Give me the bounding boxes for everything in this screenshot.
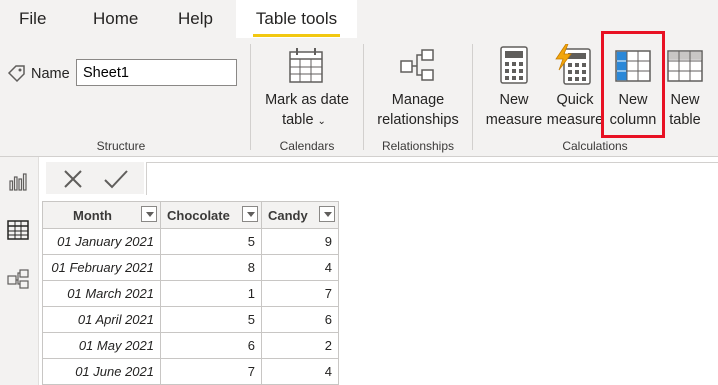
group-separator [472,44,473,150]
cell-chocolate[interactable]: 5 [160,228,262,255]
column-header-candy[interactable]: Candy [261,201,339,229]
column-header-label: Month [73,207,112,223]
cell-candy[interactable]: 6 [261,306,339,333]
cell-candy[interactable]: 2 [261,332,339,359]
group-separator [250,44,251,150]
cell-chocolate[interactable]: 1 [160,280,262,307]
structure-group-label: Structure [96,139,146,153]
column-header-month[interactable]: Month [42,201,161,229]
group-separator [363,44,364,150]
calendars-group-label: Calendars [279,139,335,153]
tab-home[interactable]: Home [93,0,138,38]
new-table-label-1: New [670,92,700,108]
cell-month[interactable]: 01 April 2021 [42,306,161,333]
calendar-icon [289,48,323,83]
new-column-highlight-box [601,31,665,138]
cell-candy[interactable]: 4 [261,358,339,385]
formula-input[interactable] [146,162,718,195]
column-header-label: Chocolate [167,207,230,223]
report-view-icon[interactable] [8,172,28,192]
table-row: 01 March 2021 1 7 [42,280,339,307]
new-measure-label-2: measure [485,112,543,128]
mark-as-date-table-label-1: Mark as date [265,92,349,108]
commit-icon[interactable] [103,168,129,190]
table-header-row: Month Chocolate Candy [42,201,339,229]
cell-month[interactable]: 01 January 2021 [42,228,161,255]
mark-as-date-table-label-2-text: table [282,112,314,128]
tab-file[interactable]: File [19,0,46,38]
data-view-icon[interactable] [7,220,29,240]
mark-as-date-table-button[interactable]: Mark as date table ⌄ [256,44,358,132]
cell-chocolate[interactable]: 6 [160,332,262,359]
mark-as-date-table-label-2: table ⌄ [256,110,352,132]
tag-icon [7,65,25,83]
new-measure-button[interactable]: New measure [483,44,545,132]
table-row: 01 June 2021 7 4 [42,358,339,385]
column-header-label: Candy [268,207,308,223]
table-name-input[interactable] [76,59,237,86]
cell-month[interactable]: 01 March 2021 [42,280,161,307]
table-row: 01 February 2021 8 4 [42,254,339,281]
quick-calculator-icon [555,44,591,85]
name-label: Name [31,66,70,82]
new-table-label-2: table [669,112,701,128]
new-measure-label-1: New [499,92,529,108]
filter-dropdown-icon[interactable] [319,206,335,222]
model-view-icon[interactable] [7,268,29,290]
data-table: Month Chocolate Candy 01 January 2021 5 … [42,201,339,385]
formula-bar-controls [46,162,144,194]
cancel-icon[interactable] [62,168,84,190]
cell-chocolate[interactable]: 5 [160,306,262,333]
manage-relationships-label-2: relationships [377,112,459,128]
cell-candy[interactable]: 4 [261,254,339,281]
active-tab-underline [253,34,340,37]
cell-month[interactable]: 01 February 2021 [42,254,161,281]
table-row: 01 April 2021 5 6 [42,306,339,333]
filter-dropdown-icon[interactable] [141,206,157,222]
cell-candy[interactable]: 7 [261,280,339,307]
quick-measure-label-2: measure [546,112,604,128]
cell-chocolate[interactable]: 8 [160,254,262,281]
cell-candy[interactable]: 9 [261,228,339,255]
table-row: 01 May 2021 6 2 [42,332,339,359]
chevron-down-icon: ⌄ [317,116,326,127]
manage-relationships-button[interactable]: Manage relationships [370,44,466,132]
new-table-icon [667,50,703,82]
relationships-icon [400,49,434,81]
new-table-button[interactable]: New table [664,44,710,132]
tab-table-tools[interactable]: Table tools [236,0,357,38]
quick-measure-button[interactable]: Quick measure [546,44,604,132]
relationships-group-label: Relationships [381,139,455,153]
table-row: 01 January 2021 5 9 [42,228,339,255]
manage-relationships-label-1: Manage [391,92,445,108]
filter-dropdown-icon[interactable] [242,206,258,222]
calculations-group-label: Calculations [562,139,628,153]
column-header-chocolate[interactable]: Chocolate [160,201,262,229]
cell-chocolate[interactable]: 7 [160,358,262,385]
cell-month[interactable]: 01 May 2021 [42,332,161,359]
tab-table-tools-label: Table tools [255,9,338,28]
cell-month[interactable]: 01 June 2021 [42,358,161,385]
tab-help[interactable]: Help [178,0,213,38]
calculator-icon [500,46,528,84]
quick-measure-label-1: Quick [556,92,594,108]
